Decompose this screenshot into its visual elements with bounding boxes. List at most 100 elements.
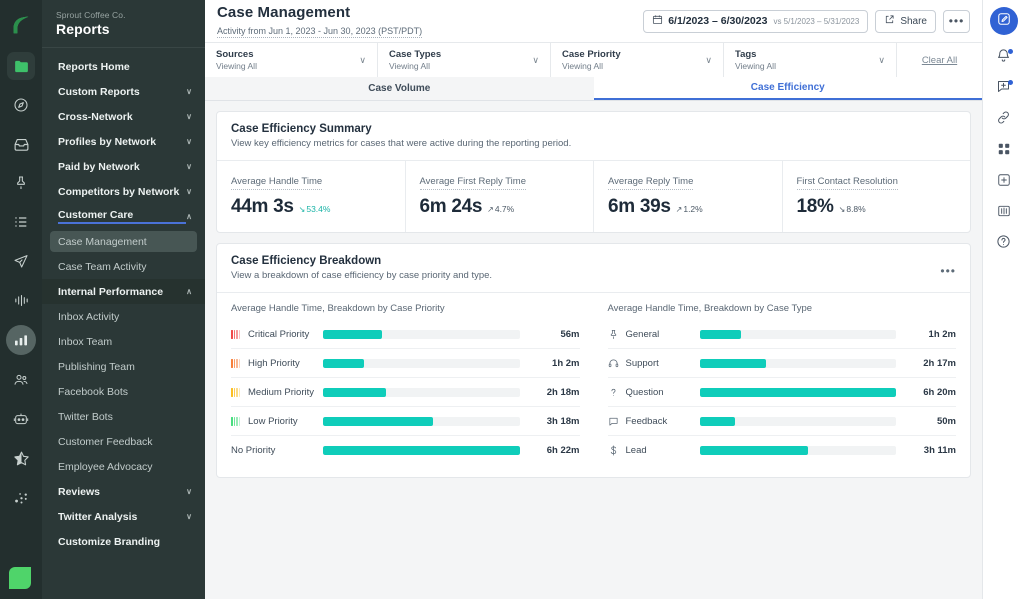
summary-card-description: View key efficiency metrics for cases th… <box>231 138 572 149</box>
sidebar-item-twitter-analysis[interactable]: Twitter Analysis ∨ <box>42 504 205 529</box>
chevron-down-icon: ∨ <box>878 54 885 65</box>
sidebar-item-label: Custom Reports <box>58 85 140 98</box>
bar-fill <box>699 358 767 368</box>
chevron-down-icon: ∨ <box>359 54 366 65</box>
filter-tags[interactable]: Tags Viewing All ∨ <box>724 43 897 77</box>
chevron-down-icon: ∨ <box>186 86 192 96</box>
filter-sources[interactable]: Sources Viewing All ∨ <box>205 43 378 77</box>
calendar-icon <box>652 14 663 28</box>
breakdown-card-description: View a breakdown of case efficiency by c… <box>231 270 493 281</box>
priority-bar-list: Critical Priority 56m High Priority 1h 2m Me… <box>231 320 580 465</box>
bar-value-label: 3h 18m <box>546 415 580 427</box>
date-range-picker[interactable]: 6/1/2023 – 6/30/2023 vs 5/1/2023 – 5/31/… <box>643 9 869 33</box>
right-rail-library[interactable] <box>989 198 1019 228</box>
bar-track <box>699 358 896 368</box>
breakdown-category-label: Support <box>625 357 659 369</box>
sidebar-item-paid-by-network[interactable]: Paid by Network ∨ <box>42 154 205 179</box>
right-rail-help[interactable] <box>989 229 1019 259</box>
breakdown-category-label: No Priority <box>231 445 276 456</box>
sidebar-item-case-team-activity[interactable]: Case Team Activity <box>42 254 205 279</box>
left-rail-people-icon[interactable] <box>7 366 35 394</box>
chevron-down-icon: ∨ <box>705 54 712 65</box>
tab-case-efficiency[interactable]: Case Efficiency <box>593 77 982 100</box>
clear-all-button[interactable]: Clear All <box>897 43 982 77</box>
metric-row: 6m 39s ↗1.2% <box>608 196 768 218</box>
breakdown-category-label: High Priority <box>248 357 300 369</box>
left-rail-inbox-icon[interactable] <box>7 130 35 158</box>
sidebar-item-cross-network[interactable]: Cross-Network ∨ <box>42 104 205 129</box>
sidebar-item-case-management[interactable]: Case Management <box>42 229 205 254</box>
sidebar-item-reviews[interactable]: Reviews ∨ <box>42 479 205 504</box>
right-rail-apps[interactable] <box>989 136 1019 166</box>
right-rail-links[interactable] <box>989 105 1019 135</box>
bar-fill <box>699 446 808 455</box>
type-bar-list: General 1h 2m Support 2h 17m Question 6h 20m F… <box>607 320 956 465</box>
breakdown-category: No Priority <box>231 445 323 456</box>
bar-fill <box>323 387 386 397</box>
right-rail-notifications[interactable] <box>989 43 1019 73</box>
priority-chart-caption: Average Handle Time, Breakdown by Case P… <box>231 303 445 314</box>
right-rail-messages[interactable] <box>989 74 1019 104</box>
left-rail-bar-chart-icon[interactable] <box>6 325 36 355</box>
left-rail-list-icon[interactable] <box>7 208 35 236</box>
left-rail-send-icon[interactable] <box>7 247 35 275</box>
speech-bubble-icon <box>608 416 620 427</box>
bar-value-label: 2h 17m <box>923 357 956 369</box>
left-rail-waveform-icon[interactable] <box>7 286 35 314</box>
breakdown-category: Lead <box>608 445 700 456</box>
sidebar-item-internal-performance[interactable]: Internal Performance ∧ <box>42 279 205 304</box>
left-rail-nodes-icon[interactable] <box>7 483 35 511</box>
sidebar-item-customize-branding[interactable]: Customize Branding <box>42 529 205 554</box>
right-rail-compose[interactable] <box>989 7 1018 35</box>
left-rail-folder-icon[interactable] <box>7 52 35 80</box>
sidebar-item-reports-home[interactable]: Reports Home <box>42 54 205 79</box>
sidebar-item-custom-reports[interactable]: Custom Reports ∨ <box>42 79 205 104</box>
breakdown-row: High Priority 1h 2m <box>231 349 580 378</box>
sprout-leaf-logo[interactable] <box>8 12 34 38</box>
metric-label: Average First Reply Time <box>419 176 526 190</box>
metric-average-reply-time: Average Reply Time 6m 39s ↗1.2% <box>594 161 783 232</box>
left-rail-pin-icon[interactable] <box>7 169 35 197</box>
left-rail-robot-icon[interactable] <box>7 405 35 433</box>
sidebar-item-twitter-bots[interactable]: Twitter Bots <box>42 404 205 429</box>
profile-avatar[interactable] <box>7 565 33 591</box>
breakdown-category: High Priority <box>231 358 323 369</box>
sidebar-item-competitors-by-network[interactable]: Competitors by Network ∨ <box>42 179 205 204</box>
breakdown-category: Medium Priority <box>231 387 323 398</box>
filter-value: Viewing All <box>735 61 776 71</box>
chevron-down-icon: ∨ <box>186 111 192 121</box>
metric-delta-value: 8.8% <box>846 204 866 214</box>
trend-arrow-icon: ↗ <box>487 205 494 214</box>
sidebar-item-label: Profiles by Network <box>58 135 157 148</box>
bar-fill <box>323 358 365 368</box>
left-rail-compass-icon[interactable] <box>7 91 35 119</box>
bar-track <box>323 358 520 368</box>
breakdown-category-label: Medium Priority <box>248 386 314 398</box>
date-compare-value: vs 5/1/2023 – 5/31/2023 <box>773 16 860 26</box>
chevron-down-icon: ∨ <box>186 136 192 146</box>
sidebar-item-facebook-bots[interactable]: Facebook Bots <box>42 379 205 404</box>
tab-case-volume[interactable]: Case Volume <box>205 77 594 100</box>
bar-track <box>323 329 520 339</box>
sidebar-item-inbox-team[interactable]: Inbox Team <box>42 329 205 354</box>
left-rail-star-half-icon[interactable] <box>7 444 35 472</box>
sidebar-item-customer-care[interactable]: Customer Care ∧ <box>42 204 205 229</box>
bar-track <box>699 387 896 397</box>
breakdown-card-menu-button[interactable]: ••• <box>940 264 956 278</box>
share-button[interactable]: Share <box>875 9 936 33</box>
page-title: Case Management <box>217 3 351 21</box>
right-rail-add[interactable] <box>989 167 1019 197</box>
bar-value-label: 6h 22m <box>546 445 580 456</box>
metric-delta-value: 4.7% <box>494 204 515 214</box>
filter-case-types[interactable]: Case Types Viewing All ∨ <box>378 43 551 77</box>
sidebar-item-employee-advocacy[interactable]: Employee Advocacy <box>42 454 205 479</box>
filter-case-priority[interactable]: Case Priority Viewing All ∨ <box>551 43 724 77</box>
sidebar-item-inbox-activity[interactable]: Inbox Activity <box>42 304 205 329</box>
filter-text: Case Types Viewing All <box>389 49 441 71</box>
more-options-button[interactable]: ••• <box>943 9 970 33</box>
sidebar-item-publishing-team[interactable]: Publishing Team <box>42 354 205 379</box>
sidebar-item-profiles-by-network[interactable]: Profiles by Network ∨ <box>42 129 205 154</box>
sidebar-item-label: Competitors by Network <box>58 185 180 198</box>
sidebar-item-customer-feedback[interactable]: Customer Feedback <box>42 429 205 454</box>
bar-track <box>323 446 520 455</box>
